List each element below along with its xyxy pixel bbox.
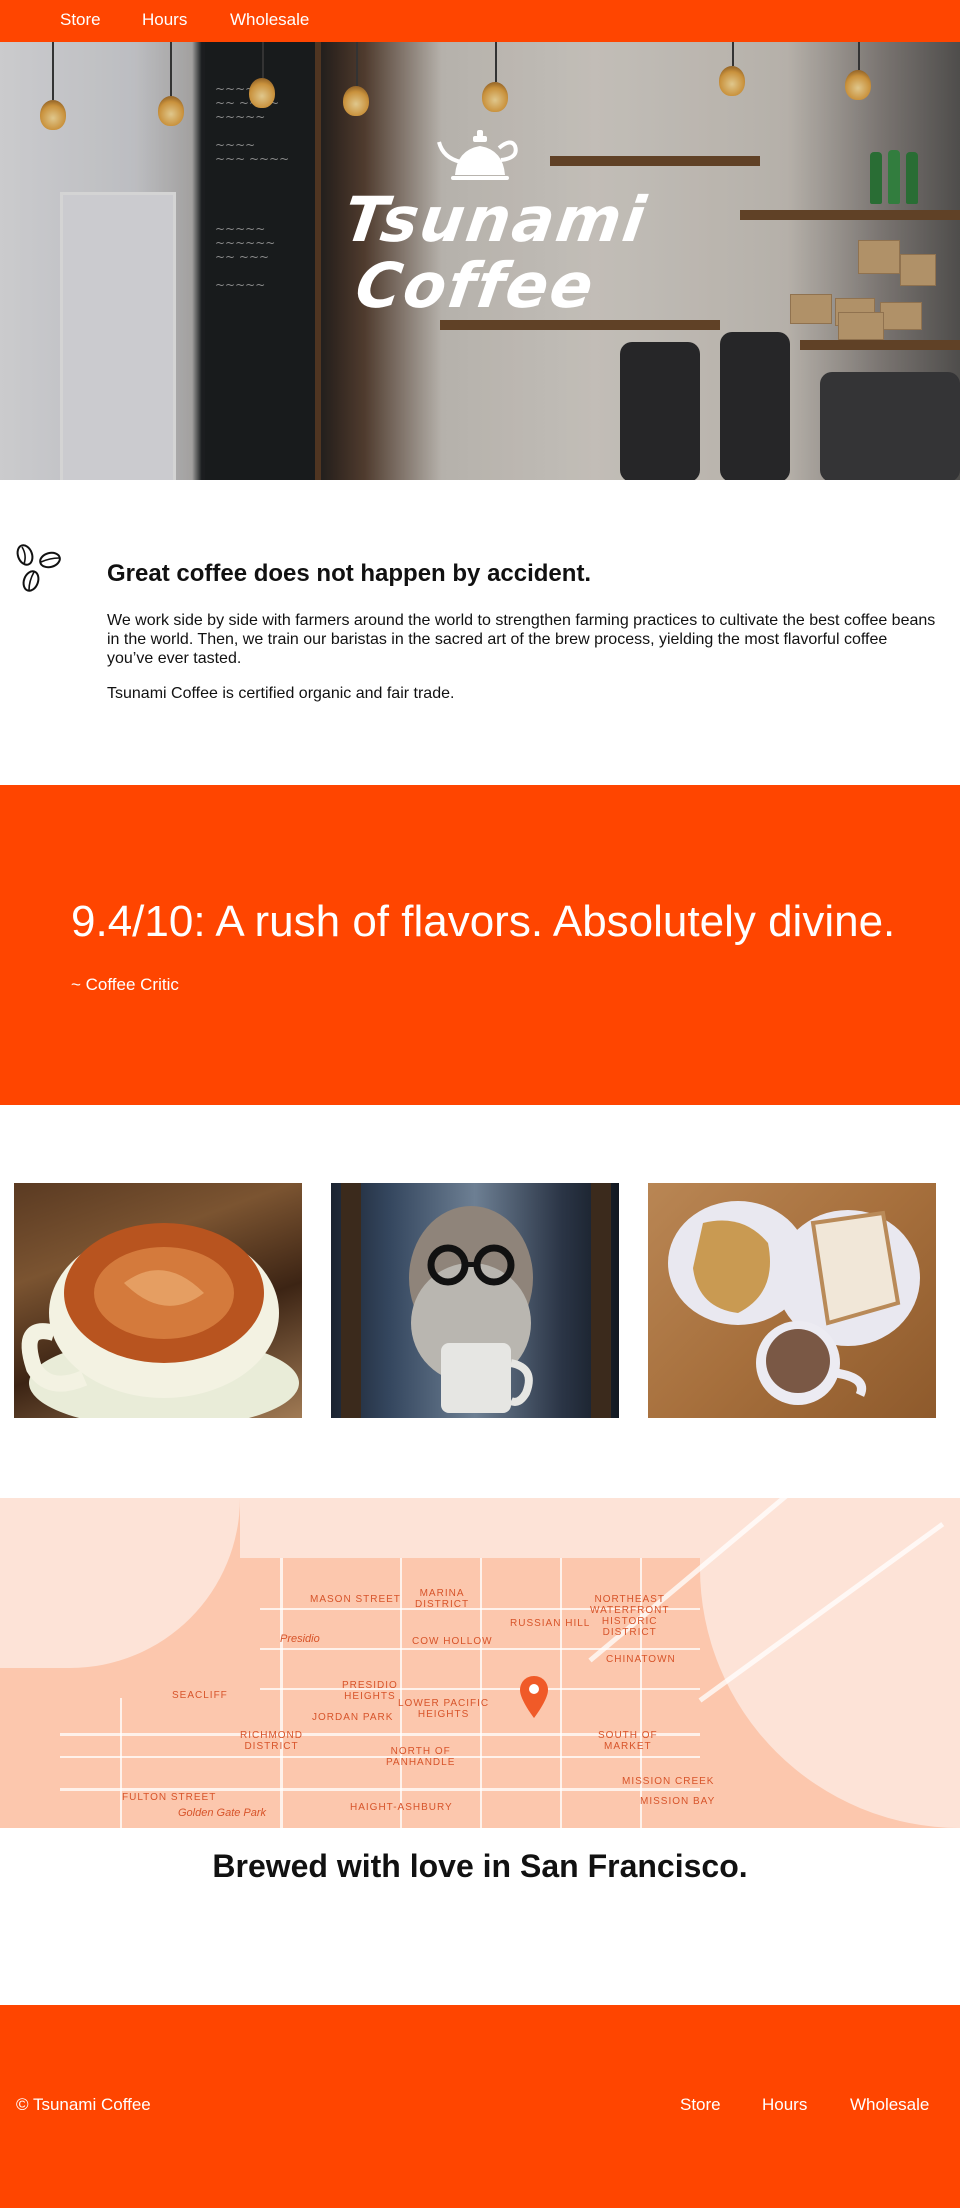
intro-paragraph: We work side by side with farmers around… — [107, 612, 936, 667]
intro-heading: Great coffee does not happen by accident… — [107, 560, 592, 587]
footer-wholesale-link[interactable]: Wholesale — [850, 2095, 929, 2115]
map-label: SOUTH OF MARKET — [598, 1730, 658, 1752]
map-street — [480, 1558, 482, 1828]
map-label: RICHMOND DISTRICT — [240, 1730, 303, 1752]
map-label: PRESIDIO HEIGHTS — [342, 1680, 398, 1702]
map-label: FULTON STREET — [122, 1792, 217, 1803]
map-label: LOWER PACIFIC HEIGHTS — [398, 1698, 489, 1720]
bearded-man-photo — [331, 1183, 619, 1418]
map-label-text: NORTHEAST WATERFRONT HISTORIC DISTRICT — [590, 1594, 670, 1638]
map-label: MARINA DISTRICT — [415, 1588, 469, 1610]
hero-banner: ~~~~~~ ~~ ~~~~ ~~~~~ ~~~~ ~~~ ~~~~ ~~~~~ ~~~~… — [0, 42, 960, 480]
map-label: RUSSIAN HILL — [510, 1618, 591, 1629]
map-label-text: MARINA DISTRICT — [415, 1588, 470, 1610]
map-label: NORTHEAST WATERFRONT HISTORIC DISTRICT — [590, 1594, 669, 1638]
footer: © Tsunami Coffee Store Hours Wholesale — [0, 2005, 960, 2208]
map-label: MASON STREET — [310, 1594, 401, 1605]
location-heading: Brewed with love in San Francisco. — [212, 1848, 748, 1884]
review-quote: 9.4/10: A rush of flavors. Absolutely di… — [71, 897, 896, 946]
map-label: CHINATOWN — [606, 1654, 676, 1665]
nav-hours-link[interactable]: Hours — [142, 10, 187, 30]
map-street — [60, 1788, 700, 1791]
map-street — [120, 1698, 122, 1828]
map-label: HAIGHT-ASHBURY — [350, 1802, 453, 1813]
map-label-text: LOWER PACIFIC HEIGHTS — [398, 1698, 490, 1720]
location-pin-icon[interactable] — [520, 1676, 548, 1718]
map-street — [280, 1558, 283, 1828]
review-attribution: ~ Coffee Critic — [71, 975, 179, 994]
map-label: JORDAN PARK — [312, 1712, 394, 1723]
location-map[interactable]: MASON STREET MARINA DISTRICT NORTHEAST W… — [0, 1498, 960, 1828]
photo-gallery — [0, 1105, 960, 1498]
map-label: SEACLIFF — [172, 1690, 228, 1701]
map-label-text: SOUTH OF MARKET — [598, 1730, 658, 1752]
map-label: Golden Gate Park — [178, 1807, 267, 1819]
latte-illustration — [21, 1223, 299, 1418]
breakfast-photo — [648, 1183, 936, 1418]
bay-water — [700, 1498, 960, 1828]
map-label-text: NORTH OF PANHANDLE — [386, 1746, 456, 1768]
map-label: Presidio — [280, 1633, 320, 1645]
nav-wholesale-link[interactable]: Wholesale — [230, 10, 309, 30]
latte-photo — [14, 1183, 302, 1418]
coffee-beans-icon — [16, 544, 61, 592]
breakfast-illustration — [668, 1201, 920, 1405]
location-section: Brewed with love in San Francisco. — [0, 1828, 960, 2005]
map-label: NORTH OF PANHANDLE — [386, 1746, 455, 1768]
map-street — [560, 1558, 562, 1828]
bay-water — [0, 1498, 240, 1668]
map-label-text: PRESIDIO HEIGHTS — [342, 1680, 398, 1702]
footer-store-link[interactable]: Store — [680, 2095, 721, 2115]
brand-title: Tsunami Coffee — [339, 183, 652, 322]
brand-logo[interactable]: Tsunami Coffee — [340, 120, 652, 322]
bearded-man-illustration — [341, 1183, 611, 1418]
map-label-text: RICHMOND DISTRICT — [240, 1730, 303, 1752]
copyright-text: © Tsunami Coffee — [16, 2095, 151, 2114]
map-label: COW HOLLOW — [412, 1636, 493, 1647]
map-street — [60, 1756, 700, 1758]
top-nav: Store Hours Wholesale — [0, 0, 960, 42]
review-quote-section: 9.4/10: A rush of flavors. Absolutely di… — [0, 785, 960, 1105]
intro-section: Great coffee does not happen by accident… — [0, 480, 960, 785]
bay-water — [240, 1498, 700, 1558]
kettle-icon — [437, 130, 518, 180]
certification-text: Tsunami Coffee is certified organic and … — [107, 685, 455, 702]
nav-store-link[interactable]: Store — [60, 10, 101, 30]
map-label: MISSION BAY — [640, 1796, 716, 1807]
footer-hours-link[interactable]: Hours — [762, 2095, 807, 2115]
map-label: MISSION CREEK — [622, 1776, 715, 1787]
